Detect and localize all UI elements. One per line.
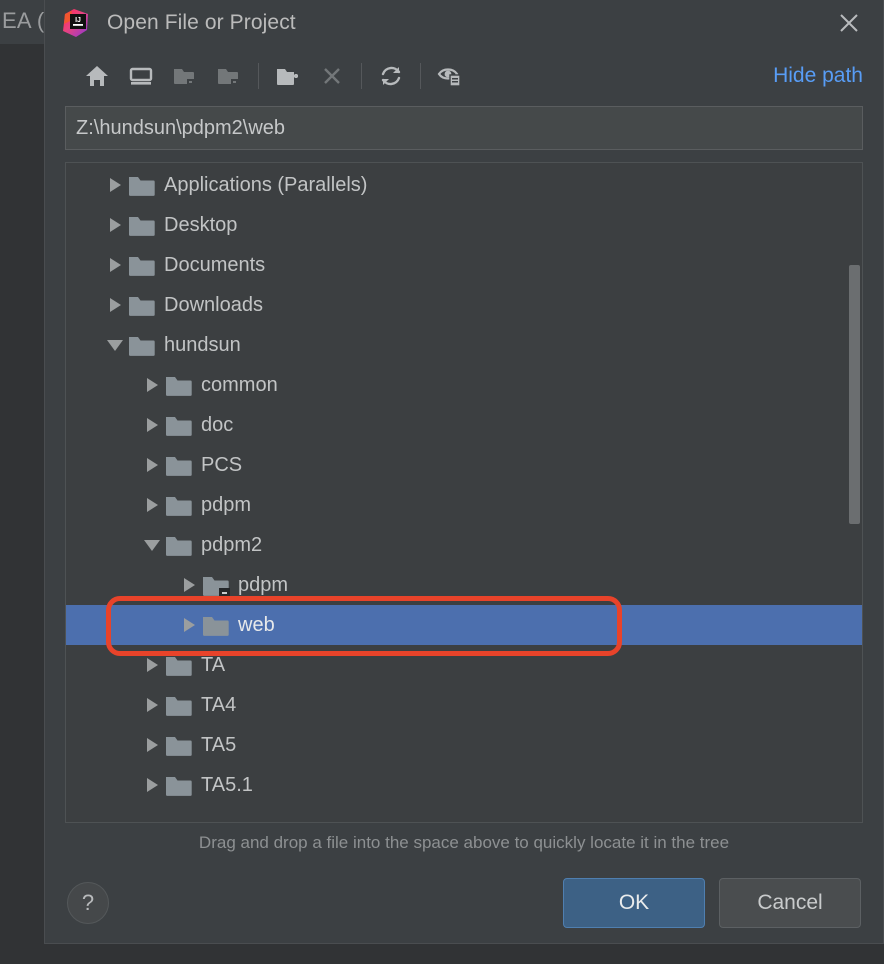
tree-row-label: Documents — [164, 253, 266, 276]
module-folder-icon — [202, 574, 232, 597]
chevron-right-icon[interactable] — [176, 578, 202, 592]
tree-row[interactable]: TA — [66, 645, 862, 685]
chevron-down-icon[interactable] — [139, 539, 165, 551]
folder-icon — [165, 494, 195, 516]
background-window-title: EA ( — [2, 8, 45, 33]
dialog-title: Open File or Project — [107, 11, 296, 34]
tree-row-label: hundsun — [164, 333, 241, 356]
drag-drop-hint: Drag and drop a file into the space abov… — [198, 833, 730, 852]
help-button[interactable]: ? — [67, 882, 109, 924]
chevron-right-icon[interactable] — [139, 498, 165, 512]
tree-row-label: Desktop — [164, 213, 238, 236]
folder-icon — [128, 254, 158, 276]
dialog-toolbar: Hide path — [45, 46, 883, 106]
close-icon[interactable] — [829, 3, 869, 43]
path-field-container: Z:\hundsun\pdpm2\web — [45, 106, 883, 150]
folder-icon — [128, 294, 158, 316]
tree-row-label: Downloads — [164, 293, 263, 316]
tree-row[interactable]: Applications (Parallels) — [66, 165, 862, 205]
tree-row[interactable]: PCS — [66, 445, 862, 485]
chevron-right-icon[interactable] — [102, 298, 128, 312]
toolbar-separator — [258, 63, 259, 89]
chevron-right-icon[interactable] — [139, 698, 165, 712]
chevron-right-icon[interactable] — [139, 778, 165, 792]
tree-row-label: web — [238, 613, 275, 636]
module-folder-icon — [207, 54, 251, 98]
tree-row-label: pdpm — [201, 493, 252, 516]
new-folder-icon[interactable] — [266, 54, 310, 98]
hide-path-link[interactable]: Hide path — [773, 64, 863, 88]
tree-row-label: TA5.1 — [201, 773, 253, 796]
tree-row[interactable]: Documents — [66, 245, 862, 285]
chevron-right-icon[interactable] — [176, 618, 202, 632]
tree-row[interactable]: common — [66, 365, 862, 405]
intellij-idea-logo-icon: IJ — [61, 8, 91, 38]
tree-row-label: TA4 — [201, 693, 237, 716]
dialog-button-group: OK Cancel — [563, 878, 861, 928]
cancel-button[interactable]: Cancel — [719, 878, 861, 928]
delete-icon — [310, 54, 354, 98]
folder-icon — [165, 734, 195, 756]
path-input[interactable]: Z:\hundsun\pdpm2\web — [65, 106, 863, 150]
file-tree-container: Applications (Parallels) Desktop Documents… — [65, 162, 863, 823]
tree-row[interactable]: pdpm — [66, 485, 862, 525]
tree-row-label: doc — [201, 413, 234, 436]
tree-row-label: TA — [201, 653, 226, 676]
tree-row-selected[interactable]: web — [66, 605, 862, 645]
tree-row[interactable]: TA4 — [66, 685, 862, 725]
tree-row[interactable]: Downloads — [66, 285, 862, 325]
chevron-right-icon[interactable] — [102, 178, 128, 192]
tree-vertical-scrollbar[interactable] — [849, 265, 860, 524]
tree-row[interactable]: pdpm — [66, 565, 862, 605]
tree-row[interactable]: Desktop — [66, 205, 862, 245]
folder-icon — [165, 654, 195, 676]
tree-row[interactable]: TA5.1 — [66, 765, 862, 805]
tree-row[interactable]: TA5 — [66, 725, 862, 765]
tree-row[interactable]: doc — [66, 405, 862, 445]
chevron-down-icon[interactable] — [102, 339, 128, 351]
file-tree[interactable]: Applications (Parallels) Desktop Documents… — [66, 163, 862, 822]
chevron-right-icon[interactable] — [139, 378, 165, 392]
desktop-icon[interactable] — [119, 54, 163, 98]
toolbar-separator — [420, 63, 421, 89]
home-icon[interactable] — [75, 54, 119, 98]
chevron-right-icon[interactable] — [102, 218, 128, 232]
tree-row-label: PCS — [201, 453, 243, 476]
tree-row-label: TA5 — [201, 733, 237, 756]
ok-button[interactable]: OK — [563, 878, 705, 928]
show-hidden-icon[interactable] — [428, 54, 472, 98]
tree-row-label: pdpm2 — [201, 533, 263, 556]
chevron-right-icon[interactable] — [139, 658, 165, 672]
dialog-titlebar: IJ Open File or Project — [45, 0, 883, 46]
chevron-right-icon[interactable] — [139, 458, 165, 472]
tree-row[interactable]: hundsun — [66, 325, 862, 365]
refresh-icon[interactable] — [369, 54, 413, 98]
folder-icon — [128, 334, 158, 356]
chevron-right-icon[interactable] — [139, 418, 165, 432]
toolbar-separator — [361, 63, 362, 89]
chevron-right-icon[interactable] — [102, 258, 128, 272]
svg-text:IJ: IJ — [75, 17, 81, 24]
folder-icon — [128, 214, 158, 236]
folder-icon — [202, 614, 232, 636]
folder-icon — [165, 694, 195, 716]
folder-icon — [128, 174, 158, 196]
tree-row-label: common — [201, 373, 278, 396]
chevron-right-icon[interactable] — [139, 738, 165, 752]
folder-icon — [165, 414, 195, 436]
folder-icon — [165, 374, 195, 396]
folder-icon — [165, 454, 195, 476]
dialog-footer: ? OK Cancel — [45, 863, 883, 943]
tree-row[interactable]: pdpm2 — [66, 525, 862, 565]
tree-row-label: Applications (Parallels) — [164, 173, 368, 196]
open-file-or-project-dialog: IJ Open File or Project Hide path Z:\hun… — [44, 0, 884, 944]
folder-icon — [165, 774, 195, 796]
project-folder-icon — [163, 54, 207, 98]
tree-row-label: pdpm — [238, 573, 289, 596]
folder-icon — [165, 534, 195, 556]
